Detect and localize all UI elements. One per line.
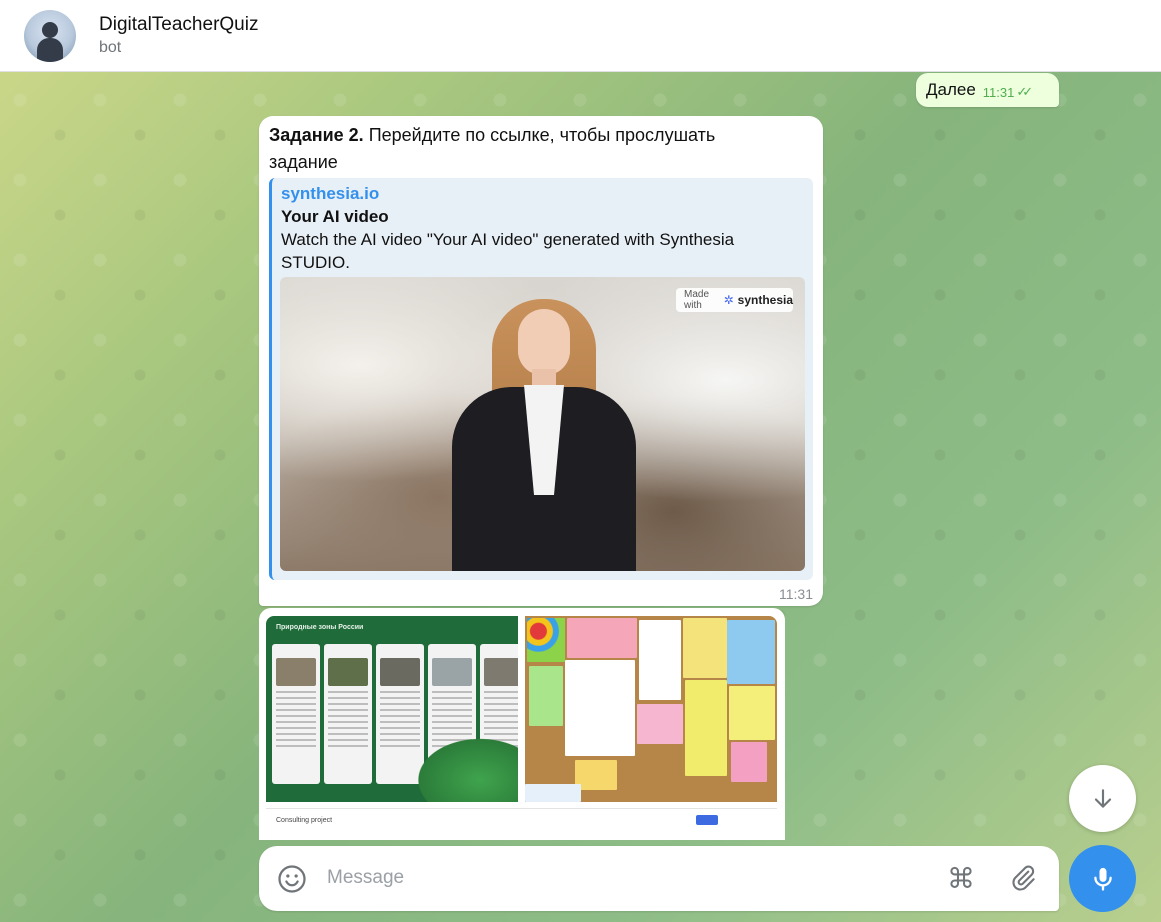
made-with-badge: Made with ✲ synthesia [676, 288, 793, 312]
paperclip-icon[interactable] [1009, 864, 1037, 892]
sticky-note [683, 618, 727, 678]
task-label: Задание 2. [269, 125, 364, 145]
padlet-column [272, 644, 320, 784]
chat-title[interactable]: DigitalTeacherQuiz [99, 13, 258, 37]
decorative-leaves [408, 732, 518, 802]
photo-card [565, 660, 635, 756]
incoming-message-time: 11:31 [779, 586, 813, 602]
arrow-down-icon [1094, 788, 1111, 808]
smiley-icon[interactable] [277, 864, 307, 894]
outgoing-message[interactable]: Далее 11:31 ✓✓ [916, 73, 1059, 107]
sticky-note [575, 760, 617, 790]
album-photo-1-title: Природные зоны России [276, 624, 364, 631]
padlet-column [324, 644, 372, 784]
sticky-note [685, 680, 727, 776]
made-with-brand: synthesia [737, 293, 793, 307]
outgoing-message-time: 11:31 [982, 84, 1015, 100]
sticky-note [727, 620, 775, 684]
bot-avatar[interactable] [24, 9, 76, 62]
album-photo-padlet-board[interactable] [525, 616, 777, 802]
voice-record-button[interactable] [1069, 845, 1136, 912]
chat-title-block[interactable]: DigitalTeacherQuiz bot [99, 13, 258, 59]
read-ticks-icon: ✓✓ [1016, 84, 1033, 99]
presenter-face [518, 309, 570, 375]
made-with-text: Made with [684, 289, 710, 311]
balloons-image [527, 618, 565, 662]
sticky-note [637, 704, 683, 744]
microphone-icon [1093, 867, 1112, 891]
sticky-note [525, 784, 581, 802]
synthesia-logo-icon: ✲ [723, 293, 734, 307]
incoming-message-text: Задание 2. Перейдите по ссылке, чтобы пр… [269, 122, 789, 176]
link-preview-image[interactable]: Made with ✲ synthesia [280, 277, 805, 571]
sticky-note [529, 666, 563, 726]
link-preview[interactable]: synthesia.io Your AI video Watch the AI … [269, 178, 813, 580]
photo-card [639, 620, 681, 700]
link-preview-title: Your AI video [281, 207, 389, 226]
link-preview-description: Watch the AI video "Your AI video" gener… [281, 230, 735, 272]
sticky-note [729, 686, 775, 740]
outgoing-message-text: Далее [926, 80, 976, 99]
sticky-note [567, 618, 637, 658]
sticky-note [731, 742, 767, 782]
scroll-to-bottom-button[interactable] [1069, 765, 1136, 832]
incoming-message[interactable]: Задание 2. Перейдите по ссылке, чтобы пр… [259, 116, 823, 606]
message-input[interactable] [327, 863, 927, 893]
link-preview-site[interactable]: synthesia.io [281, 182, 805, 206]
album-photo-3-title: Consulting project [276, 817, 333, 824]
album-photo-consulting-project[interactable]: Consulting project [266, 808, 777, 840]
share-button-thumbnail [696, 815, 718, 825]
chat-subtitle: bot [99, 38, 122, 56]
chat-header[interactable]: DigitalTeacherQuiz bot [0, 0, 1161, 72]
media-album[interactable]: Природные зоны России Consulting project [259, 608, 785, 840]
message-composer[interactable]: ⌘ [259, 846, 1059, 911]
command-icon[interactable]: ⌘ [947, 862, 975, 895]
album-photo-padlet-green[interactable]: Природные зоны России [266, 616, 518, 802]
